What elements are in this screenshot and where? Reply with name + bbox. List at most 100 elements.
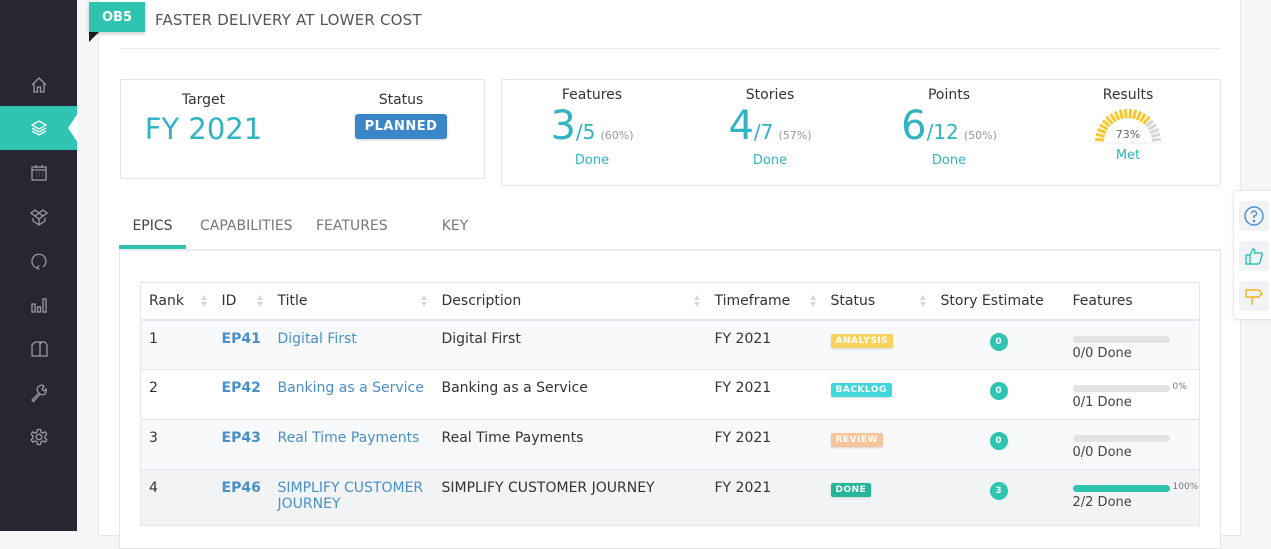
- story-estimate-badge: 0: [989, 382, 1008, 400]
- objective-tag: OB5: [89, 2, 145, 32]
- objective-title: FASTER DELIVERY AT LOWER COST: [155, 11, 422, 29]
- sidebar-item-layers[interactable]: [0, 106, 78, 150]
- points-percent: (50%): [963, 129, 997, 142]
- tab-features[interactable]: FEATURES: [316, 210, 388, 249]
- stories-percent: (57%): [778, 129, 812, 142]
- status-badge: BACKLOG: [830, 383, 892, 397]
- stories-metric: Stories 4/7 (57%) Done: [700, 87, 840, 168]
- wrench-icon: [30, 384, 47, 403]
- gauge-tick: [1135, 110, 1143, 121]
- stories-total: /7: [753, 120, 774, 144]
- features-progress-bar: [1072, 335, 1170, 343]
- epic-id-link[interactable]: EP43: [222, 430, 261, 446]
- features-done-text: 0/0 Done: [1072, 345, 1132, 361]
- sort-icon: [200, 295, 208, 308]
- description-cell: Real Time Payments: [433, 419, 707, 470]
- gauge-tick: [1123, 108, 1128, 119]
- epic-title-link[interactable]: SIMPLIFY CUSTOMER JOURNEY: [278, 480, 424, 512]
- stories-done-count: 4: [728, 103, 754, 149]
- sort-icon: [809, 295, 817, 308]
- sidebar-item-dropbox[interactable]: [0, 195, 77, 239]
- points-metric-label: Points: [927, 87, 971, 103]
- progress-percent: 0%: [1172, 382, 1187, 392]
- sidebar-item-documents[interactable]: [0, 327, 77, 371]
- documents-icon: [30, 341, 48, 357]
- features-progress-bar: 0%: [1072, 382, 1187, 392]
- gauge-percent-text: 73%: [1115, 128, 1141, 141]
- col-title[interactable]: Title: [269, 282, 434, 321]
- status-badge: REVIEW: [830, 433, 883, 447]
- points-total: /12: [926, 120, 959, 144]
- epic-id-link[interactable]: EP46: [222, 480, 261, 496]
- rank-cell: 1: [140, 319, 214, 370]
- sidebar-item-tools[interactable]: [0, 371, 77, 415]
- metrics-box: Features 3/5 (60%) Done Stories 4/7 (57%…: [501, 79, 1221, 186]
- sidebar-item-reports[interactable]: [0, 283, 77, 327]
- story-estimate-badge: 0: [989, 332, 1008, 351]
- epic-title-link[interactable]: Real Time Payments: [278, 430, 420, 446]
- epic-id-link[interactable]: EP42: [222, 380, 261, 396]
- sort-icon: [420, 295, 428, 308]
- progress-percent: 100%: [1172, 482, 1199, 492]
- col-rank[interactable]: Rank: [140, 282, 214, 321]
- timeframe-cell: FY 2021: [706, 319, 823, 370]
- layers-icon: [30, 120, 47, 136]
- home-icon: [31, 77, 46, 93]
- tab-capabilities[interactable]: CAPABILITIES: [200, 210, 293, 249]
- help-button[interactable]: [1239, 201, 1269, 231]
- description-cell: Digital First: [433, 319, 707, 370]
- status-badge: ANALYSIS: [830, 333, 894, 348]
- points-done-count: 6: [901, 103, 927, 149]
- features-done-text: 0/0 Done: [1072, 445, 1132, 460]
- signpost-icon: [1245, 289, 1263, 305]
- table-row[interactable]: 4 EP46 SIMPLIFY CUSTOMER JOURNEY SIMPLIFY C…: [140, 469, 1200, 526]
- col-status[interactable]: Status: [822, 282, 933, 321]
- status-stat: Status PLANNED: [321, 92, 481, 139]
- features-metric: Features 3/5 (60%) Done: [522, 87, 662, 168]
- floating-action-panel: [1233, 190, 1271, 320]
- features-progress-bar: [1072, 435, 1170, 442]
- points-done-label: Done: [931, 153, 967, 168]
- table-row[interactable]: 1 EP41 Digital First Digital First FY 2021 AN…: [140, 319, 1200, 370]
- features-progress-bar: 100%: [1072, 482, 1198, 492]
- table-row[interactable]: 2 EP42 Banking as a Service Banking as a Se…: [140, 369, 1200, 420]
- results-metric: Results 73% Met: [1058, 87, 1198, 163]
- sort-icon: [693, 295, 701, 308]
- progress-fill: [1072, 485, 1170, 492]
- col-timeframe[interactable]: Timeframe: [706, 282, 823, 321]
- target-status-box: Target FY 2021 Status PLANNED: [120, 79, 485, 179]
- divider: [120, 48, 1220, 49]
- description-cell: Banking as a Service: [433, 369, 707, 420]
- tab-key-results[interactable]: KEY RESULTS: [412, 210, 498, 266]
- timeframe-cell: FY 2021: [706, 369, 823, 420]
- feedback-button[interactable]: [1239, 241, 1269, 271]
- sidebar-item-settings[interactable]: [0, 415, 77, 459]
- guide-button[interactable]: [1239, 281, 1269, 311]
- gear-icon: [29, 428, 48, 446]
- tab-epics[interactable]: EPICS: [119, 210, 186, 249]
- epic-title-link[interactable]: Digital First: [278, 331, 357, 347]
- target-value: FY 2021: [144, 112, 263, 146]
- sort-icon: [256, 295, 264, 308]
- epic-title-link[interactable]: Banking as a Service: [278, 380, 424, 396]
- timeframe-cell: FY 2021: [706, 419, 823, 470]
- help-icon: [1244, 206, 1264, 226]
- features-done-text: 2/2 Done: [1072, 495, 1132, 510]
- epic-id-link[interactable]: EP41: [222, 331, 261, 347]
- description-cell: SIMPLIFY CUSTOMER JOURNEY: [433, 469, 707, 526]
- sidebar-item-home[interactable]: [0, 63, 77, 107]
- sidebar-item-calendar[interactable]: [0, 151, 77, 195]
- status-badge: DONE: [830, 483, 872, 497]
- stories-metric-label: Stories: [745, 87, 795, 103]
- timeframe-cell: FY 2021: [706, 469, 823, 526]
- thumbs-up-icon: [1245, 248, 1263, 265]
- features-total: /5: [575, 120, 596, 144]
- stories-done-label: Done: [752, 153, 788, 168]
- target-label: Target: [181, 92, 226, 108]
- sidebar-item-refresh[interactable]: [0, 239, 77, 283]
- col-id[interactable]: ID: [213, 282, 270, 321]
- refresh-icon: [30, 253, 47, 271]
- col-description[interactable]: Description: [433, 282, 707, 321]
- features-done-label: Done: [574, 153, 610, 168]
- table-row[interactable]: 3 EP43 Real Time Payments Real Time Payment…: [140, 419, 1200, 470]
